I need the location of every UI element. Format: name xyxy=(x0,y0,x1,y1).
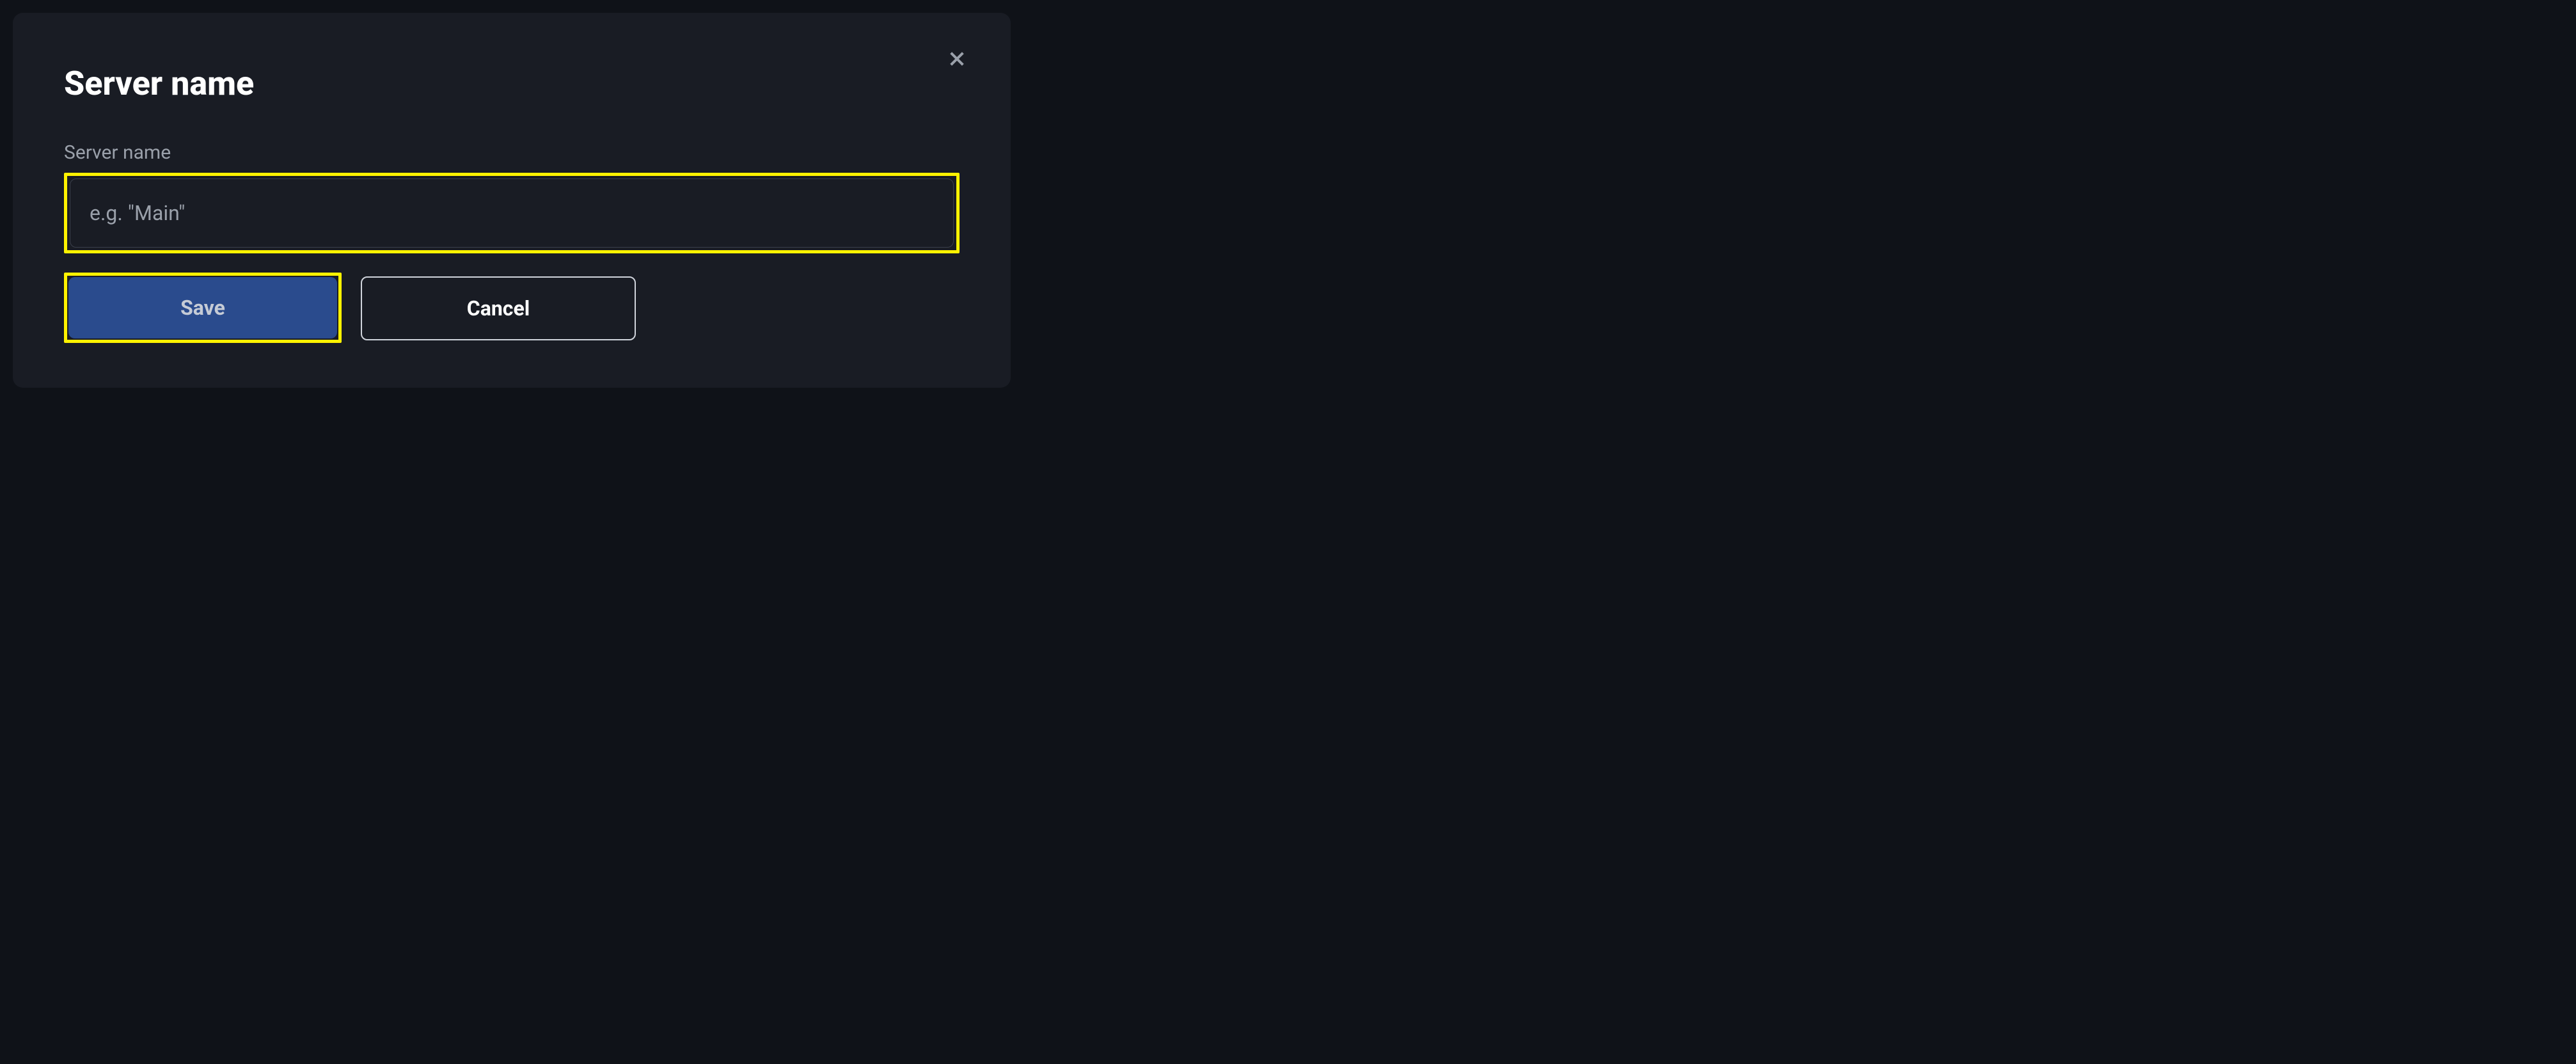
server-name-dialog: Server name Server name Save Cancel xyxy=(13,13,1011,388)
dialog-title: Server name xyxy=(64,64,960,103)
close-icon xyxy=(947,49,967,69)
server-name-label: Server name xyxy=(64,141,960,164)
close-button[interactable] xyxy=(942,44,972,74)
save-button[interactable]: Save xyxy=(68,277,337,338)
server-name-input[interactable] xyxy=(70,179,954,248)
cancel-button[interactable]: Cancel xyxy=(361,276,636,340)
input-highlight xyxy=(64,173,960,253)
button-row: Save Cancel xyxy=(64,273,960,343)
save-highlight: Save xyxy=(64,273,342,343)
